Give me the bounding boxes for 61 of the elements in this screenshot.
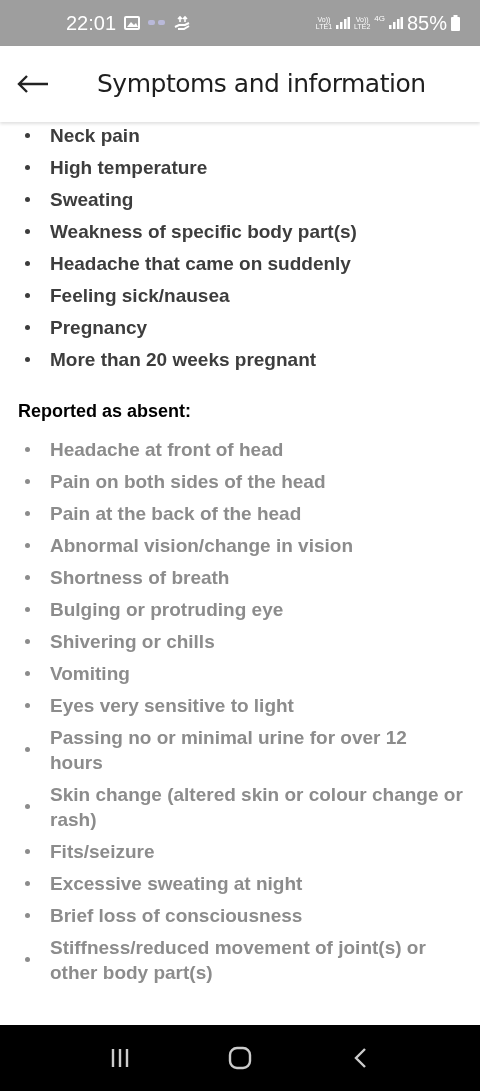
bullet-icon: [25, 164, 30, 170]
image-icon: [124, 16, 141, 30]
bullet-icon: [25, 228, 30, 234]
bullet-icon: [25, 606, 30, 612]
bullet-icon: [25, 542, 30, 548]
symptom-text: Skin change (altered skin or colour change or rash): [50, 782, 464, 832]
bullet-icon: [25, 670, 30, 676]
home-icon: [228, 1046, 252, 1070]
section-heading: Reported as absent:: [18, 400, 193, 423]
bullet-icon: [25, 638, 30, 644]
symptom-text: Neck pain: [50, 123, 141, 148]
battery-icon: [451, 15, 460, 31]
recent-apps-icon: [110, 1048, 130, 1068]
symptom-text: Stiffness/reduced movement of joint(s) or other body part(s): [50, 935, 427, 985]
bullet-icon: [25, 292, 30, 298]
symptom-text: Weakness of specific body part(s): [50, 219, 358, 244]
symptom-text: Pain on both sides of the head: [50, 469, 327, 494]
bullet-icon: [25, 957, 30, 962]
symptom-text: Shortness of breath: [50, 565, 231, 590]
bullet-icon: [25, 848, 30, 854]
data-label: 4G: [374, 13, 385, 25]
symptom-text: Headache that came on suddenly: [50, 251, 352, 276]
back-arrow-icon: [17, 75, 49, 93]
symptom-text: High temperature: [50, 155, 209, 180]
bullet-icon: [25, 356, 30, 362]
status-time: 22:01: [66, 11, 117, 36]
symptom-text: Brief loss of consciousness: [50, 903, 304, 928]
bullet-icon: [25, 260, 30, 266]
bullet-icon: [25, 880, 30, 886]
bullet-icon: [25, 702, 30, 708]
bullet-icon: [25, 478, 30, 484]
bullet-icon: [25, 510, 30, 516]
signal-icon: [336, 17, 351, 29]
bullet-icon: [25, 912, 30, 918]
symptom-text: Fits/seizure: [50, 839, 156, 864]
bullet-icon: [25, 804, 30, 809]
symptom-text: Shivering or chills: [50, 629, 216, 654]
bullet-icon: [25, 747, 30, 752]
battery-text: 85%: [406, 11, 447, 36]
page-title: Symptoms and information: [97, 68, 426, 101]
symptom-text: Passing no or minimal urine for over 12 hours: [50, 725, 408, 775]
symptom-text: Bulging or protruding eye: [50, 597, 285, 622]
bullet-icon: [25, 446, 30, 452]
bullet-icon: [25, 324, 30, 330]
symptom-text: Feeling sick/nausea: [50, 283, 231, 308]
bullet-icon: [25, 574, 30, 580]
symptom-text: Abnormal vision/change in vision: [50, 533, 354, 558]
hand-upload-icon: [174, 15, 191, 31]
bullet-icon: [25, 132, 30, 138]
glasses-icon: [148, 19, 167, 27]
symptom-text: Eyes very sensitive to light: [50, 693, 295, 718]
back-icon: [353, 1047, 367, 1069]
symptom-text: Sweating: [50, 187, 135, 212]
symptom-text: Headache at front of head: [50, 437, 285, 462]
symptom-text: Pain at the back of the head: [50, 501, 303, 526]
symptom-text: More than 20 weeks pregnant: [50, 347, 318, 372]
signal-icon: [388, 17, 403, 29]
symptom-text: Excessive sweating at night: [50, 871, 304, 896]
bullet-icon: [25, 196, 30, 202]
symptom-text: Pregnancy: [50, 315, 149, 340]
symptom-text: Vomiting: [50, 661, 131, 686]
